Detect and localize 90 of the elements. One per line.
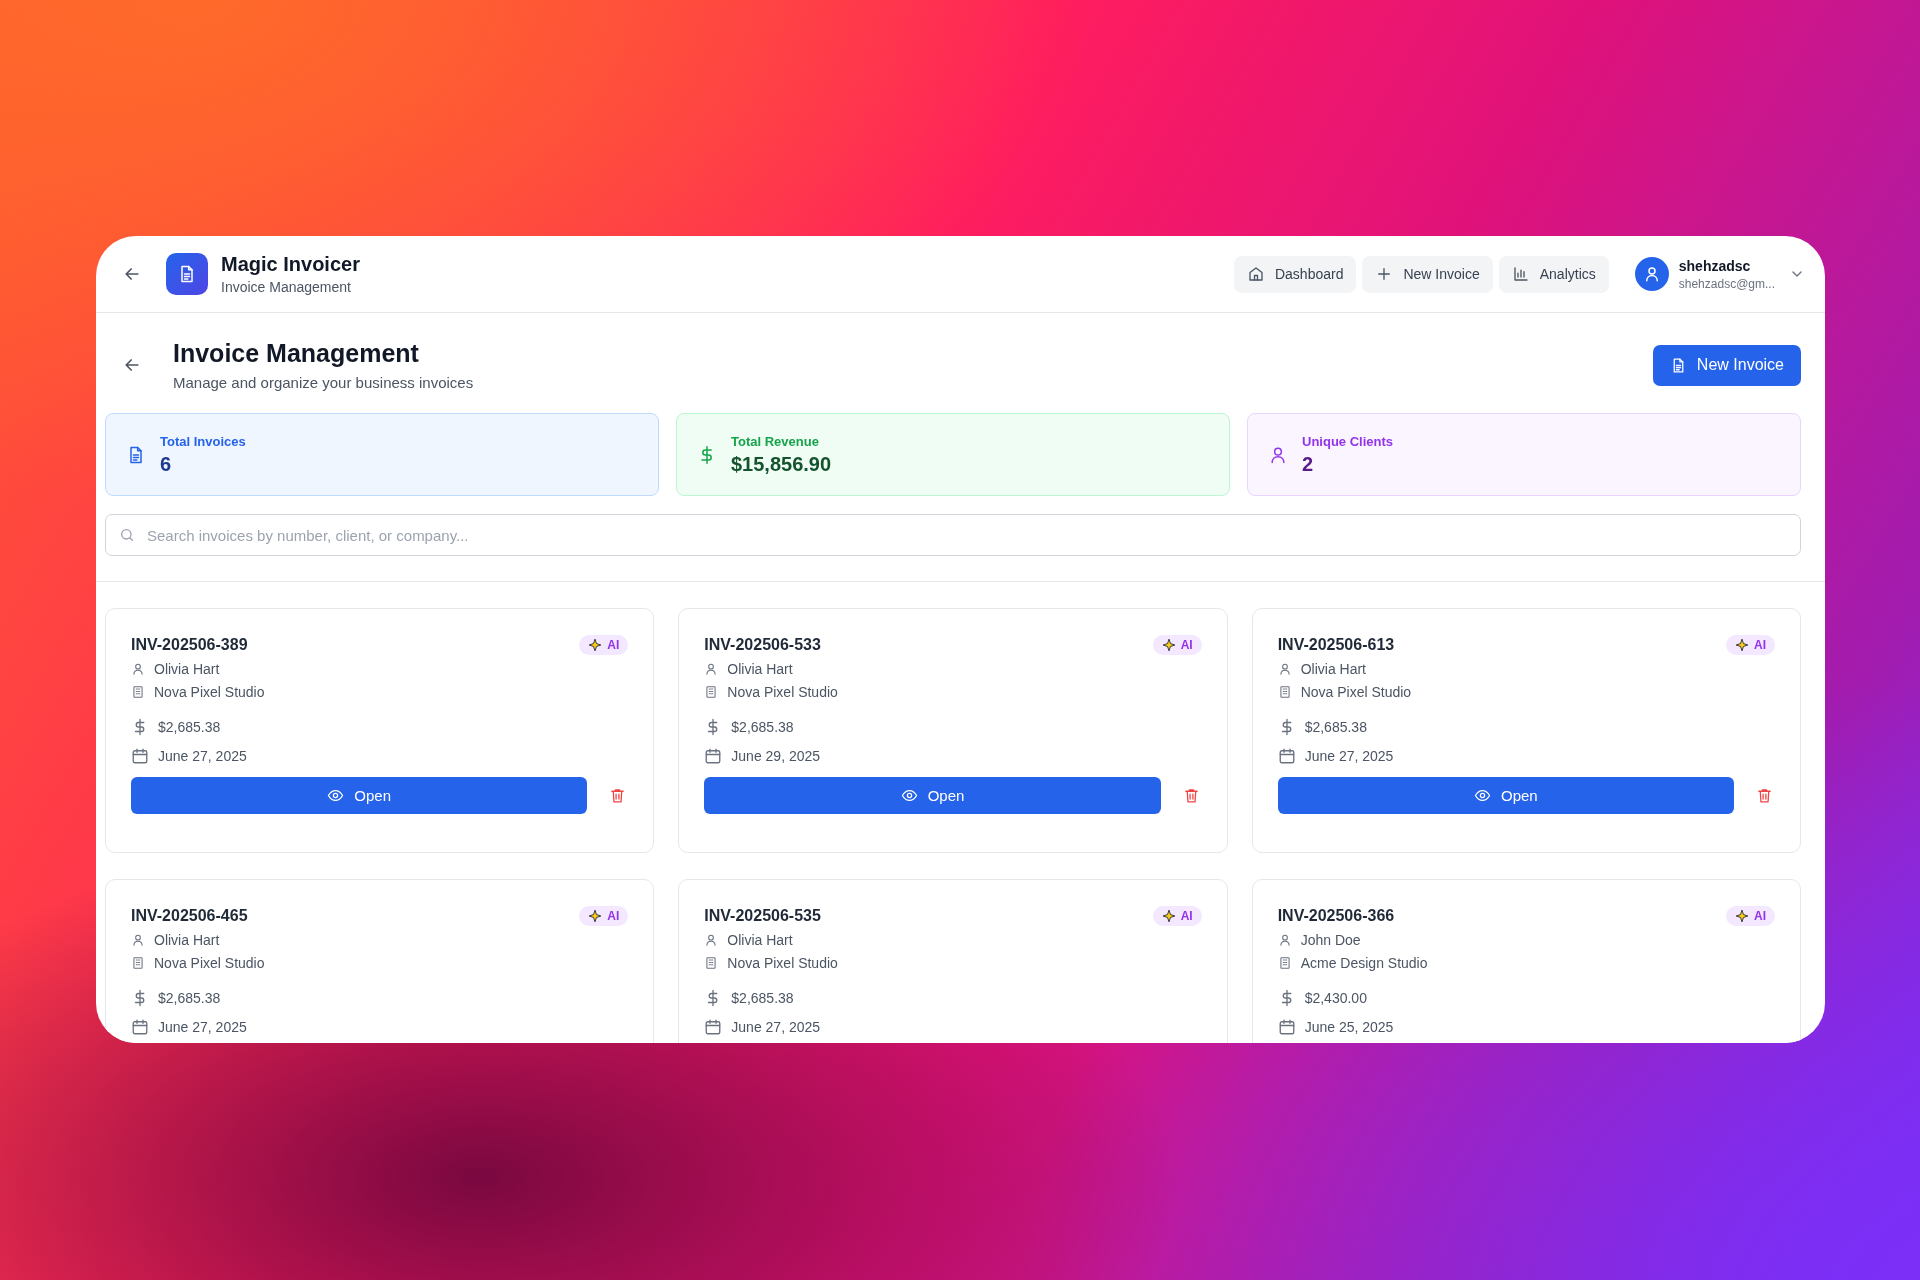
amount-text: $2,685.38	[158, 719, 221, 735]
user-email: shehzadsc@gm...	[1678, 276, 1775, 291]
sparkle-icon	[1161, 638, 1176, 652]
nav-button[interactable]: New Invoice	[1362, 255, 1493, 293]
nav-button[interactable]: Dashboard	[1233, 255, 1357, 293]
app-subtitle: Invoice Management	[221, 279, 352, 295]
bar-chart-icon	[1511, 265, 1530, 283]
open-button[interactable]: Open	[1277, 777, 1734, 814]
stat-value: 2	[1302, 452, 1315, 476]
sparkle-icon	[1735, 909, 1749, 923]
person-icon	[704, 933, 719, 947]
ai-badge: AI	[1726, 906, 1775, 926]
calendar-icon	[131, 747, 149, 765]
trash-icon	[1756, 787, 1773, 804]
calendar-icon	[704, 1018, 723, 1036]
sparkle-icon	[588, 909, 603, 923]
person-icon	[1277, 662, 1292, 676]
app-title: Magic Invoicer	[221, 253, 360, 276]
sparkle-icon	[1161, 909, 1176, 923]
stat-value: 6	[160, 452, 173, 476]
amount-text: $2,685.38	[1304, 719, 1367, 735]
date-text: June 27, 2025	[158, 1019, 247, 1035]
ai-badge: AI	[1726, 635, 1775, 655]
page-title: Invoice Management	[173, 339, 420, 368]
trash-icon	[609, 787, 627, 804]
open-button[interactable]: Open	[131, 777, 588, 814]
building-icon	[1277, 956, 1292, 970]
stat-value: $15,856.90	[731, 452, 832, 476]
amount-text: $2,685.38	[158, 990, 221, 1006]
invoice-number: INV-202506-533	[704, 636, 821, 654]
company-text: Nova Pixel Studio	[154, 955, 265, 971]
client-text: Olivia Hart	[1300, 661, 1366, 677]
ai-badge: AI	[579, 635, 629, 655]
ai-badge: AI	[1152, 635, 1202, 655]
nav-button[interactable]: Analytics	[1498, 255, 1609, 293]
calendar-icon	[1277, 1018, 1296, 1036]
stat-label: Total Revenue	[731, 433, 820, 449]
ai-badge: AI	[579, 906, 629, 926]
ai-badge: AI	[1152, 906, 1202, 926]
person-icon	[1277, 933, 1292, 947]
client-text: Olivia Hart	[727, 661, 793, 677]
eye-icon	[327, 787, 345, 804]
eye-icon	[1473, 787, 1491, 804]
invoice-number: INV-202506-389	[131, 636, 248, 654]
company-text: Nova Pixel Studio	[727, 684, 838, 700]
open-button[interactable]: Open	[704, 777, 1161, 814]
building-icon	[131, 956, 145, 970]
company-text: Nova Pixel Studio	[154, 684, 265, 700]
calendar-icon	[704, 747, 723, 765]
page-subtitle: Manage and organize your business invoices	[173, 374, 474, 391]
amount-text: $2,685.38	[731, 990, 794, 1006]
person-icon	[131, 662, 145, 676]
search-icon	[119, 527, 135, 543]
date-text: June 29, 2025	[731, 748, 821, 764]
trash-icon	[1182, 787, 1200, 804]
company-text: Nova Pixel Studio	[1300, 684, 1412, 700]
invoice-number: INV-202506-366	[1277, 907, 1395, 925]
building-icon	[704, 956, 719, 970]
sparkle-icon	[588, 638, 603, 652]
client-text: Olivia Hart	[727, 932, 793, 948]
eye-icon	[900, 787, 918, 804]
building-icon	[131, 685, 145, 699]
client-text: Olivia Hart	[154, 661, 220, 677]
invoice-number: INV-202506-613	[1277, 636, 1395, 654]
user-avatar[interactable]	[1634, 257, 1669, 291]
home-icon	[1246, 265, 1265, 283]
company-text: Acme Design Studio	[1300, 955, 1428, 971]
client-text: Olivia Hart	[154, 932, 220, 948]
calendar-icon	[1277, 747, 1296, 765]
invoice-number: INV-202506-535	[704, 907, 821, 925]
date-text: June 27, 2025	[1304, 748, 1394, 764]
stat-label: Total Invoices	[160, 433, 246, 449]
search-field[interactable]: Search invoices by number, client, or company...	[105, 514, 1801, 556]
sparkle-icon	[1735, 638, 1749, 652]
invoice-number: INV-202506-465	[131, 907, 248, 925]
amount-text: $2,430.00	[1304, 990, 1367, 1006]
date-text: June 27, 2025	[158, 748, 247, 764]
person-icon	[131, 933, 145, 947]
date-text: June 27, 2025	[731, 1019, 821, 1035]
building-icon	[1277, 685, 1292, 699]
client-text: John Doe	[1300, 932, 1361, 948]
company-text: Nova Pixel Studio	[727, 955, 838, 971]
date-text: June 25, 2025	[1304, 1019, 1394, 1035]
new-invoice-button[interactable]: New Invoice	[1652, 344, 1801, 386]
user-name: shehzadsc	[1678, 257, 1752, 274]
calendar-icon	[131, 1018, 149, 1036]
amount-text: $2,685.38	[731, 719, 794, 735]
person-icon	[704, 662, 719, 676]
stat-label: Unique Clients	[1302, 433, 1393, 449]
building-icon	[704, 685, 719, 699]
